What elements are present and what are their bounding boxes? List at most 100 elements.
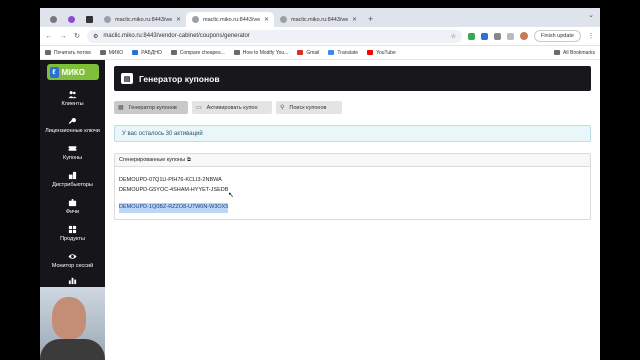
reload-icon[interactable]: ↻: [73, 32, 81, 40]
webcam-overlay: [40, 287, 105, 360]
tab-activate-coupon[interactable]: ▭ Активировать купон: [192, 101, 272, 114]
tab-search-coupons[interactable]: ⚲ Поиск купонов: [276, 101, 342, 114]
grid-icon: [68, 225, 77, 234]
tab-title: maclic.miko.ru:8443/vendo: [203, 16, 260, 23]
sidebar-item-features[interactable]: Фичи: [40, 193, 105, 220]
generator-icon: ▦: [118, 105, 124, 111]
tab-title: maclic.miko.ru:8443/vendo: [115, 16, 172, 23]
users-icon: [68, 91, 77, 99]
pinned-tab-3[interactable]: [80, 12, 98, 27]
youtube-icon: [367, 50, 374, 55]
main-content: ▤ Генератор купонов ▦ Генератор купонов …: [105, 60, 600, 360]
close-icon[interactable]: ✕: [352, 16, 362, 23]
globe-icon: [192, 16, 199, 23]
bar-chart-icon: [68, 277, 77, 284]
browser-tab-3[interactable]: maclic.miko.ru:8443/vendo ✕: [274, 12, 362, 27]
finish-update-button[interactable]: Finish update: [533, 30, 581, 42]
sidebar: ℓ МИКО Клиенты Лицензионные ключи Купоны…: [40, 60, 105, 360]
extension-icon[interactable]: [467, 32, 475, 40]
browser-tab-2[interactable]: maclic.miko.ru:8443/vendo ✕: [186, 12, 274, 27]
pinned-tab-1[interactable]: [44, 12, 62, 27]
coupon-icon: [68, 146, 77, 151]
bookmark-item[interactable]: Gmail: [297, 50, 319, 56]
presenter-shirt: [40, 339, 105, 360]
bookmark-item[interactable]: МИКО: [99, 50, 123, 56]
sidebar-item-license-keys[interactable]: Лицензионные ключи: [40, 112, 105, 139]
generated-coupons-title: Сгенерированные купоны: [119, 157, 186, 163]
url-text: maclic.miko.ru:8443/vendor-cabinet/coupo…: [103, 33, 250, 39]
tab-search-chevron-icon[interactable]: ⌄: [588, 11, 594, 19]
globe-icon: [104, 16, 111, 23]
key-icon: [68, 117, 77, 124]
gmail-icon: [297, 50, 304, 55]
page-title: Генератор купонов: [139, 73, 220, 84]
bookmark-item[interactable]: How to Modify You...: [233, 50, 288, 56]
logo-mark-icon: ℓ: [49, 66, 59, 78]
profile-avatar[interactable]: [519, 32, 528, 40]
tab-title: maclic.miko.ru:8443/vendo: [291, 16, 348, 23]
distributors-icon: [68, 171, 77, 180]
tab-strip: maclic.miko.ru:8443/vendo ✕ maclic.miko.…: [40, 8, 600, 27]
browser-tab-1[interactable]: maclic.miko.ru:8443/vendo ✕: [98, 12, 186, 27]
bookmark-item[interactable]: YouTube: [367, 50, 396, 56]
page-header: ▤ Генератор купонов: [114, 66, 591, 91]
kebab-menu-icon[interactable]: ⋮: [587, 32, 595, 40]
site-icon: [132, 50, 139, 55]
sidebar-item-stats[interactable]: [40, 274, 105, 286]
sidebar-item-coupons[interactable]: Купоны: [40, 139, 105, 166]
globe-icon: [280, 16, 287, 23]
forward-icon[interactable]: →: [59, 33, 67, 40]
logo[interactable]: ℓ МИКО: [46, 64, 99, 80]
bookmark-item[interactable]: Compare cheapes...: [170, 50, 225, 56]
url-field[interactable]: ⚙ maclic.miko.ru:8443/vendor-cabinet/cou…: [87, 29, 462, 43]
sidepanel-icon[interactable]: [506, 32, 514, 40]
pinned-tab-2[interactable]: [62, 12, 80, 27]
folder-icon: [99, 50, 106, 55]
coupon-generator-icon: ▤: [121, 73, 133, 84]
all-bookmarks[interactable]: All Bookmarks: [554, 50, 595, 56]
mouse-cursor-icon: ↖: [228, 192, 234, 199]
puzzle-icon: [68, 198, 77, 207]
bookmark-star-icon[interactable]: ☆: [451, 33, 456, 40]
bookmark-item[interactable]: Почитать потом: [45, 50, 91, 56]
folder-icon: [554, 50, 561, 55]
activate-icon: ▭: [196, 105, 202, 111]
browser-window: maclic.miko.ru:8443/vendo ✕ maclic.miko.…: [40, 8, 600, 360]
close-icon[interactable]: ✕: [264, 16, 274, 23]
new-tab-icon[interactable]: +: [368, 12, 373, 27]
activations-info-banner: У вас осталось 30 активаций: [114, 125, 591, 142]
coupon-code-selected[interactable]: DEMOUPD-1Q0BZ-RZZO8-U7W0N-W3OX5: [119, 203, 229, 213]
eye-icon: [68, 254, 77, 259]
folder-icon: [45, 50, 51, 55]
site-icon: [233, 50, 240, 55]
translate-icon: [328, 50, 335, 55]
sidebar-item-distributors[interactable]: Дистрибьюторы: [40, 166, 105, 193]
sidebar-item-clients[interactable]: Клиенты: [40, 85, 105, 112]
presenter-face: [52, 297, 86, 339]
extensions-puzzle-icon[interactable]: [493, 32, 501, 40]
sidebar-item-products[interactable]: Продукты: [40, 220, 105, 247]
bookmark-item[interactable]: РАБДНО: [132, 50, 162, 56]
site-info-icon[interactable]: ⚙: [93, 33, 98, 40]
generated-coupons-list: DEMOUPD-07Q1U-PIH76-KCLI3-2NBWA DEMOUPD-…: [115, 167, 590, 219]
search-icon: ⚲: [280, 105, 285, 111]
tab-favicon-icon: [85, 16, 93, 23]
coupon-code[interactable]: DEMOUPD-G5YOC-4SHAM-HYYET-JSEDB: [119, 186, 586, 196]
sidebar-item-session-monitor[interactable]: Монитор сессий: [40, 247, 105, 274]
tab-favicon-icon: [49, 16, 57, 23]
app-root: ℓ МИКО Клиенты Лицензионные ключи Купоны…: [40, 60, 600, 360]
copy-icon[interactable]: ⧉: [187, 157, 191, 164]
address-bar-row: ← → ↻ ⚙ maclic.miko.ru:8443/vendor-cabin…: [40, 27, 600, 46]
coupon-code[interactable]: DEMOUPD-07Q1U-PIH76-KCLI3-2NBWA: [119, 176, 586, 186]
close-icon[interactable]: ✕: [176, 16, 186, 23]
extension-icon[interactable]: [480, 32, 488, 40]
generated-coupons-card: Сгенерированные купоны ⧉ DEMOUPD-07Q1U-P…: [114, 153, 591, 220]
site-icon: [170, 50, 177, 55]
bookmark-item[interactable]: Translate: [328, 50, 358, 56]
page-tabs: ▦ Генератор купонов ▭ Активировать купон…: [114, 101, 591, 114]
tab-favicon-icon: [67, 16, 75, 23]
bookmarks-bar: Почитать потом МИКО РАБДНО Compare cheap…: [40, 46, 600, 60]
back-icon[interactable]: ←: [45, 33, 53, 40]
generated-coupons-header: Сгенерированные купоны ⧉: [115, 154, 590, 167]
tab-coupon-generator[interactable]: ▦ Генератор купонов: [114, 101, 188, 114]
